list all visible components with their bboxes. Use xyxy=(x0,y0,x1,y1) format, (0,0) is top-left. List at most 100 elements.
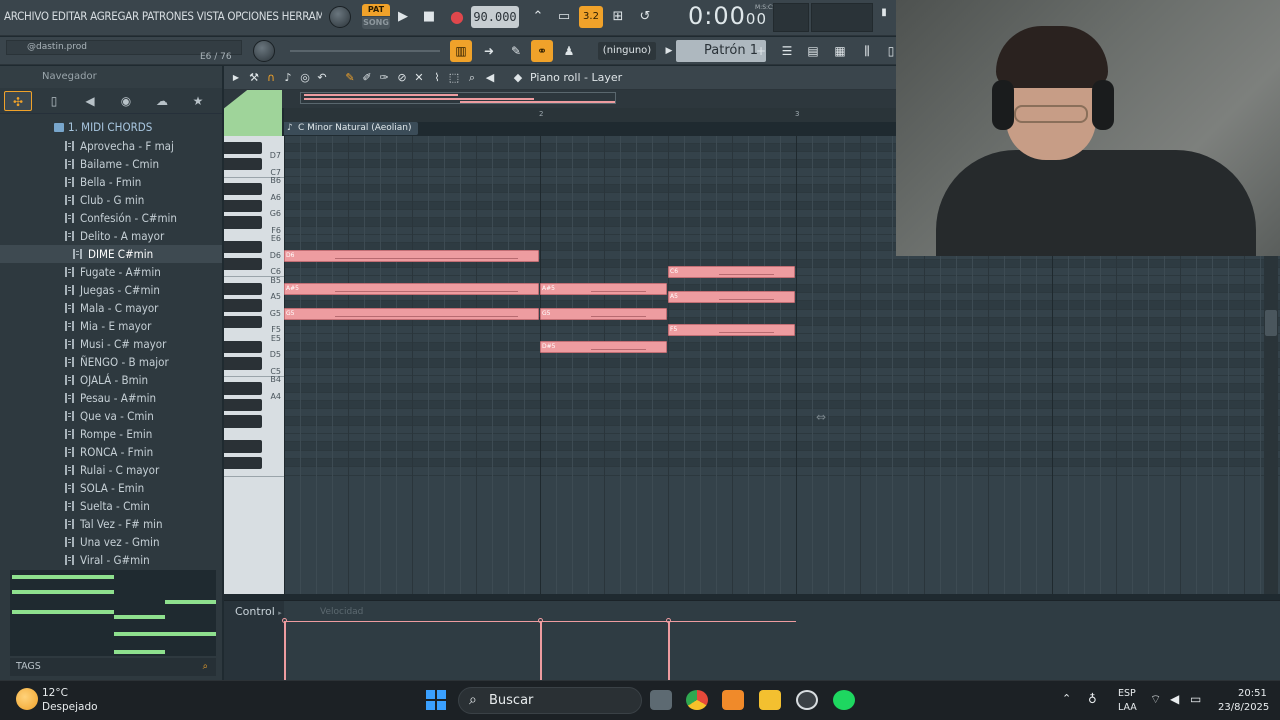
song-button[interactable]: SONG xyxy=(362,17,390,29)
clock-time[interactable]: 20:51 xyxy=(1238,688,1267,699)
velocity-stem[interactable] xyxy=(668,621,670,681)
wifi-icon[interactable]: ⌔ xyxy=(1150,692,1161,707)
plugin-tab-icon[interactable]: ◉ xyxy=(112,91,140,111)
browser-item[interactable]: RONCA - Fmin xyxy=(0,443,222,461)
browser-item[interactable]: Musi - C# mayor xyxy=(0,335,222,353)
tags-bar[interactable]: TAGS ⌕ xyxy=(10,658,216,676)
browser-item[interactable]: Suelta - Cmin xyxy=(0,497,222,515)
black-key[interactable] xyxy=(224,456,262,470)
slice-tool-icon[interactable]: ⌇ xyxy=(429,70,445,86)
pat-song-switch[interactable]: PAT SONG xyxy=(362,4,390,30)
piano-roll-note[interactable]: G5 xyxy=(284,307,539,320)
windows-start-icon[interactable] xyxy=(426,690,446,710)
battery-icon[interactable]: ▭ xyxy=(1190,692,1201,706)
piano-roll-note[interactable]: D#5 xyxy=(540,340,667,353)
wait-input-icon[interactable]: ▭ xyxy=(552,6,576,28)
undo-icon[interactable]: ↶ xyxy=(314,70,330,86)
channel-rack-icon[interactable]: ▦ xyxy=(829,40,851,62)
scroll-thumb[interactable] xyxy=(1265,310,1277,336)
panel-toggle-icon[interactable]: ▮ xyxy=(872,2,896,24)
pat-button[interactable]: PAT xyxy=(362,4,390,16)
browser-item[interactable]: Mala - C mayor xyxy=(0,299,222,317)
black-key[interactable] xyxy=(224,415,262,428)
add-pattern-icon[interactable]: + xyxy=(754,42,768,60)
speaker-tab-icon[interactable]: ◀ xyxy=(76,91,104,111)
black-key[interactable] xyxy=(224,382,262,395)
black-key[interactable] xyxy=(224,141,262,154)
browser-item[interactable]: Juegas - C#min xyxy=(0,281,222,299)
piano-roll-note[interactable]: D6 xyxy=(284,249,539,262)
browser-item[interactable]: OJALÁ - Bmin xyxy=(0,371,222,389)
browser-item[interactable]: Mia - E mayor xyxy=(0,317,222,335)
record-button[interactable]: ● xyxy=(445,6,469,28)
browser-item[interactable]: Rulai - C mayor xyxy=(0,461,222,479)
browser-item[interactable]: Aprovecha - F maj xyxy=(0,137,222,155)
metronome-icon[interactable]: ⌃ xyxy=(526,6,550,28)
snap-selector[interactable]: (ninguno) xyxy=(598,42,656,60)
speaker-icon[interactable]: ◆ xyxy=(510,70,526,86)
mixer-icon[interactable]: ⫼ xyxy=(856,40,878,62)
select-tool-icon[interactable]: ⬚ xyxy=(446,70,462,86)
step-size-button[interactable]: 3.2 xyxy=(579,6,603,28)
browser-item[interactable]: ÑENGO - B major xyxy=(0,353,222,371)
pattern-selector[interactable]: Patrón 1 xyxy=(676,40,766,62)
paint-tool-icon[interactable]: ✐ xyxy=(359,70,375,86)
velocity-lane[interactable]: Velocidad xyxy=(282,601,1280,681)
browser-item[interactable]: Fugate - A#min xyxy=(0,263,222,281)
master-pitch-slider[interactable] xyxy=(290,50,440,52)
browser-item[interactable]: Rompe - Emin xyxy=(0,425,222,443)
piano-roll-note[interactable]: G5 xyxy=(540,307,667,320)
link-icon[interactable]: ⚭ xyxy=(531,40,553,62)
black-key[interactable] xyxy=(224,199,262,212)
loop-record-icon[interactable]: ↺ xyxy=(633,6,657,28)
cloud-tab-icon[interactable]: ☁ xyxy=(148,91,176,111)
black-key[interactable] xyxy=(224,241,262,254)
note-icon[interactable]: ♪ xyxy=(280,70,296,86)
playlist-icon[interactable]: ☰ xyxy=(776,40,798,62)
browser-item[interactable]: Confesión - C#min xyxy=(0,209,222,227)
mute-tool-icon[interactable]: ✕ xyxy=(411,70,427,86)
menu-item-editar[interactable]: EDITAR xyxy=(52,9,88,23)
browser-item[interactable]: Bailame - Cmin xyxy=(0,155,222,173)
tempo-display[interactable]: 90.000 xyxy=(471,6,519,28)
scale-marker[interactable]: ♪ C Minor Natural (Aeolian) xyxy=(284,122,418,135)
weather-icon[interactable] xyxy=(16,688,38,710)
black-key[interactable] xyxy=(224,398,262,412)
menu-item-archivo[interactable]: ARCHIVO xyxy=(4,9,49,23)
fl-studio-icon[interactable] xyxy=(722,690,744,710)
browser-item[interactable]: Club - G min xyxy=(0,191,222,209)
file-explorer-icon[interactable] xyxy=(759,690,781,710)
stop-button[interactable]: ■ xyxy=(417,6,441,28)
menu-item-opciones[interactable]: OPCIONES xyxy=(227,9,279,23)
menu-item-patrones[interactable]: PATRONES xyxy=(142,9,194,23)
language-primary[interactable]: ESP xyxy=(1118,688,1136,699)
weather-status[interactable]: Despejado xyxy=(42,701,98,713)
draw-tool-icon[interactable]: ✎ xyxy=(342,70,358,86)
menu-arrow-icon[interactable]: ▶ xyxy=(228,70,244,86)
piano-roll-note[interactable]: F5 xyxy=(668,324,795,337)
browser-item[interactable]: Viral - G#min xyxy=(0,551,222,568)
menu-item-vista[interactable]: VISTA xyxy=(197,9,225,23)
black-key[interactable] xyxy=(224,299,262,312)
delete-tool-icon[interactable]: ⊘ xyxy=(394,70,410,86)
velocity-stem[interactable] xyxy=(540,621,542,681)
black-key[interactable] xyxy=(224,282,262,295)
browser-item[interactable]: DIME C#min xyxy=(0,245,222,263)
browser-item[interactable]: Que va - Cmin xyxy=(0,407,222,425)
velocity-stem[interactable] xyxy=(284,621,286,681)
obs-icon[interactable] xyxy=(796,690,818,710)
wrench-icon[interactable]: ⚒ xyxy=(246,70,262,86)
master-volume-knob[interactable] xyxy=(329,6,351,28)
menu-item-agregar[interactable]: AGREGAR xyxy=(90,9,139,23)
chevron-up-icon[interactable]: ⌃ xyxy=(1062,692,1071,705)
control-label[interactable]: Control ▸ xyxy=(235,605,282,618)
piano-roll-overview[interactable] xyxy=(224,90,896,108)
piano-roll-icon[interactable]: ▤ xyxy=(802,40,824,62)
black-key[interactable] xyxy=(224,158,262,171)
piano-roll-note[interactable]: A5 xyxy=(668,291,795,304)
files-tab-icon[interactable]: ▯ xyxy=(40,91,68,111)
play-button[interactable]: ▶ xyxy=(391,6,415,28)
piano-keyboard-icon[interactable]: ▥ xyxy=(450,40,472,62)
vertical-scrollbar[interactable] xyxy=(1264,256,1278,594)
piano-roll-note[interactable]: A#5 xyxy=(284,282,539,295)
